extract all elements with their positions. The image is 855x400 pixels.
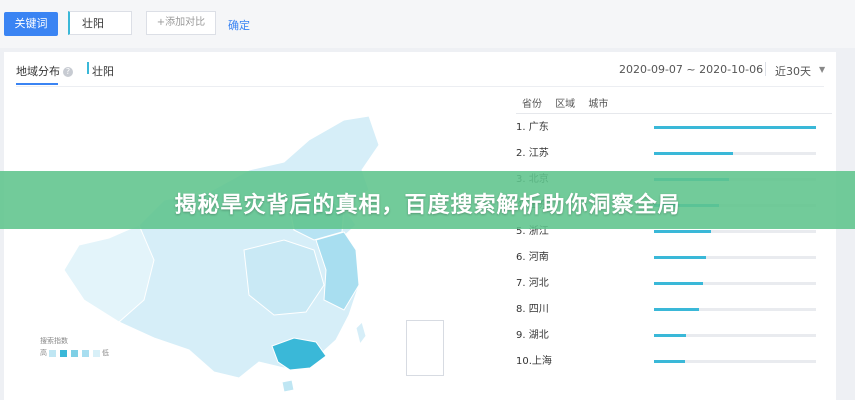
keyword-tab-button[interactable]: 关键词	[4, 12, 58, 36]
keyword-input[interactable]: 壮阳	[68, 11, 132, 35]
ranking-bar-track	[654, 230, 816, 233]
legend-swatch	[49, 349, 56, 357]
add-compare-button[interactable]: +添加对比	[146, 11, 216, 35]
ranking-bar-track	[654, 152, 816, 155]
caret-down-icon[interactable]: ▼	[819, 65, 825, 74]
legend-swatch	[82, 349, 89, 357]
ranking-bar	[654, 282, 703, 285]
tab-province[interactable]: 省份	[522, 99, 542, 110]
ranking-bar	[654, 230, 711, 233]
ranking-row: 1. 广东	[516, 122, 832, 148]
legend-high-label: 高	[40, 349, 47, 357]
legend-term: 壮阳	[87, 62, 114, 78]
ranking-row: 10.上海	[516, 356, 832, 382]
ranking-header-divider	[516, 113, 832, 114]
ranking-row: 7. 河北	[516, 278, 832, 304]
legend-swatch	[93, 349, 100, 357]
ranking-label: 8. 四川	[516, 304, 549, 315]
ranking-bar-track	[654, 126, 816, 129]
ranking-row: 8. 四川	[516, 304, 832, 330]
ranking-bar-track	[654, 360, 816, 363]
ranking-bar-track	[654, 256, 816, 259]
confirm-button[interactable]: 确定	[228, 17, 250, 33]
tab-area[interactable]: 区域	[555, 99, 575, 110]
map-hainan	[281, 379, 295, 393]
date-separator	[765, 62, 766, 76]
period-select[interactable]: 近30天	[775, 63, 811, 79]
legend-title: 搜索指数	[40, 337, 68, 345]
ranking-bar	[654, 152, 734, 155]
ranking-label: 1. 广东	[516, 122, 549, 133]
ranking-bar-track	[654, 308, 816, 311]
tab-region-distribution[interactable]: 地域分布?	[16, 63, 73, 79]
legend-low-label: 低	[102, 349, 109, 357]
ranking-label: 7. 河北	[516, 278, 549, 289]
ranking-bar	[654, 126, 816, 129]
card-divider	[16, 86, 824, 87]
ranking-bar-track	[654, 334, 816, 337]
ranking-label: 2. 江苏	[516, 148, 549, 159]
tab-city[interactable]: 城市	[588, 99, 608, 110]
legend-swatch	[71, 349, 78, 357]
ranking-bar-track	[654, 282, 816, 285]
ranking-bar	[654, 256, 706, 259]
legend-swatch	[60, 349, 67, 357]
search-toolbar: 关键词 壮阳 +添加对比 确定	[0, 0, 855, 48]
ranking-label: 9. 湖北	[516, 330, 549, 341]
tab-region-label: 地域分布	[16, 65, 60, 78]
ranking-row: 9. 湖北	[516, 330, 832, 356]
date-range-picker[interactable]: 2020-09-07 ~ 2020-10-06	[619, 63, 763, 76]
ranking-bar	[654, 308, 700, 311]
search-index-legend: 搜索指数 高 低	[40, 336, 109, 357]
ranking-label: 10.上海	[516, 356, 552, 367]
south-sea-islands-inset	[406, 320, 444, 376]
ranking-label: 6. 河南	[516, 252, 549, 263]
map-taiwan	[355, 321, 367, 346]
ranking-row: 5. 浙江	[516, 226, 832, 252]
ranking-tabs: 省份 区域 城市	[522, 95, 618, 110]
help-circle-icon[interactable]: ?	[63, 67, 73, 77]
active-tab-indicator	[16, 83, 58, 85]
ranking-bar	[654, 334, 687, 337]
title-banner: 揭秘旱灾背后的真相，百度搜索解析助你洞察全局	[0, 171, 855, 229]
banner-title: 揭秘旱灾背后的真相，百度搜索解析助你洞察全局	[174, 193, 681, 218]
ranking-bar	[654, 360, 685, 363]
ranking-row: 6. 河南	[516, 252, 832, 278]
